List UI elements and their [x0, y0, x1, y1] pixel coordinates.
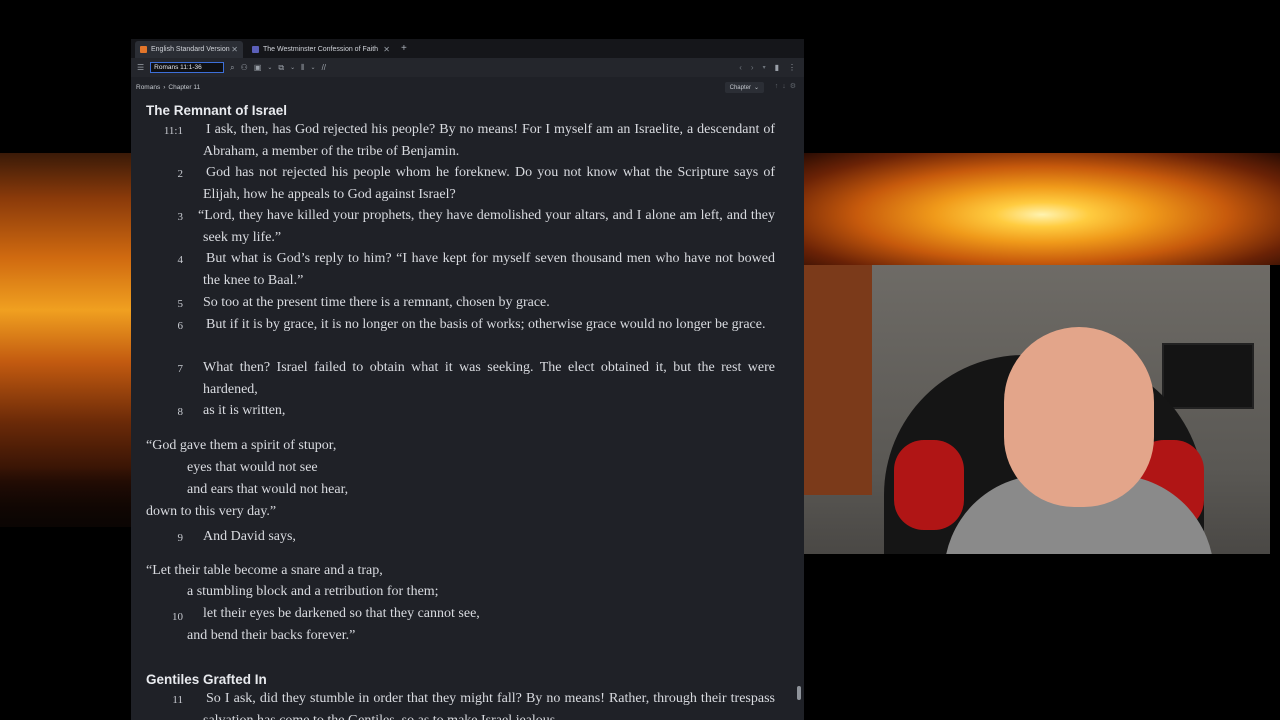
- sunset-background-left: [0, 153, 131, 527]
- close-icon[interactable]: ✕: [231, 45, 238, 54]
- people-icon[interactable]: ⚇: [241, 63, 248, 72]
- verse-number: 11: [172, 694, 183, 706]
- close-icon[interactable]: ✕: [383, 45, 390, 54]
- breadcrumb-book[interactable]: Romans: [136, 84, 160, 91]
- tab-esv[interactable]: English Standard Version ✕: [135, 41, 243, 58]
- webcam-chair-accent-left: [894, 440, 964, 530]
- breadcrumb-chapter[interactable]: Chapter 11: [168, 84, 200, 91]
- chapter-select-label: Chapter: [729, 84, 751, 91]
- sunset-background-right: [804, 153, 1280, 265]
- section-heading: Gentiles Grafted In: [146, 672, 267, 687]
- breadcrumb: Romans › Chapter 11 Chapter ⌄ ↑↓⚙: [131, 79, 804, 96]
- scrollbar[interactable]: [796, 100, 801, 712]
- panel-icon[interactable]: ▮: [775, 63, 779, 72]
- toolbar: ☰ ⌕ ⚇ ▣ ⌄ ⧉ ⌄ ⫴ ⌄ // ‹ › ▾ ▮ ⋮: [131, 58, 804, 77]
- section-heading: The Remnant of Israel: [146, 103, 288, 118]
- verse-text: God has not rejected his people whom he …: [203, 165, 775, 202]
- poem-line: let their eyes be darkened so that they …: [203, 606, 480, 621]
- poem-line: and bend their backs forever.”: [187, 628, 356, 643]
- chevron-down-icon[interactable]: ⌄: [290, 64, 295, 71]
- layers-icon[interactable]: ⧉: [278, 63, 284, 73]
- webcam-feed: [804, 265, 1270, 554]
- breadcrumb-separator-icon: ›: [163, 84, 166, 91]
- verse-text: What then? Israel failed to obtain what …: [203, 360, 775, 397]
- webcam-person-head: [1004, 327, 1154, 507]
- verse-text: “Lord, they have killed your prophets, t…: [198, 208, 775, 245]
- notes-icon[interactable]: ▣: [254, 63, 262, 72]
- webcam-door: [804, 265, 872, 495]
- tab-westminster[interactable]: The Westminster Confession of Faith ✕: [247, 41, 395, 58]
- poem-line: eyes that would not see: [187, 460, 318, 475]
- poem-line: “Let their table become a snare and a tr…: [146, 563, 383, 578]
- webcam-monitor: [1162, 343, 1254, 409]
- verse-number: 2: [177, 168, 184, 180]
- parallel-icon[interactable]: //: [322, 63, 326, 72]
- forward-icon[interactable]: ›: [751, 63, 754, 72]
- poem-line: a stumbling block and a retribution for …: [187, 584, 439, 599]
- book-orange-icon: [140, 46, 147, 53]
- tab-westminster-label: The Westminster Confession of Faith: [263, 46, 379, 53]
- verse-text: I ask, then, has God rejected his people…: [203, 122, 775, 159]
- verse-text: But if it is by grace, it is no longer o…: [206, 317, 766, 332]
- verse-number: 10: [172, 611, 183, 623]
- tab-esv-label: English Standard Version: [151, 46, 230, 53]
- chevron-down-icon[interactable]: ⌄: [267, 64, 272, 71]
- chapter-nav-icons[interactable]: ↑↓⚙: [775, 82, 800, 90]
- chevron-down-icon[interactable]: ⌄: [311, 64, 316, 71]
- columns-icon[interactable]: ⫴: [301, 63, 304, 73]
- tab-bar: English Standard Version ✕ The Westminst…: [131, 39, 804, 58]
- verse-text: as it is written,: [203, 403, 286, 418]
- poem-line: “God gave them a spirit of stupor,: [146, 438, 337, 453]
- more-icon[interactable]: ⋮: [788, 63, 796, 72]
- verse-number: 4: [177, 254, 184, 266]
- verse-number: 6: [177, 320, 184, 332]
- poem-line: down to this very day.”: [146, 504, 277, 519]
- history-dropdown-icon[interactable]: ▾: [763, 64, 766, 71]
- scrollbar-thumb[interactable]: [797, 686, 801, 700]
- verse-text: But what is God’s reply to him? “I have …: [203, 251, 775, 288]
- verse-text: So too at the present time there is a re…: [203, 295, 550, 310]
- verse-number: 5: [177, 298, 184, 310]
- verse-number: 11:1: [163, 125, 183, 137]
- poem-line: and ears that would not hear,: [187, 482, 349, 497]
- search-icon[interactable]: ⌕: [230, 63, 234, 73]
- toolbar-right: ‹ › ▾ ▮ ⋮: [730, 63, 796, 72]
- bible-app-window: English Standard Version ✕ The Westminst…: [131, 39, 804, 720]
- verse-number: 3: [177, 211, 184, 223]
- reference-input[interactable]: [150, 62, 225, 73]
- reading-pane: The Remnant of Israel 11:1 I ask, then, …: [131, 96, 804, 720]
- back-icon[interactable]: ‹: [739, 63, 742, 72]
- verse-number: 8: [177, 406, 184, 418]
- menu-icon[interactable]: ☰: [137, 63, 144, 72]
- verse-number: 9: [177, 532, 184, 544]
- chapter-select[interactable]: Chapter ⌄: [724, 82, 764, 93]
- verse-text: So I ask, did they stumble in order that…: [203, 691, 775, 720]
- verse-number: 7: [177, 363, 184, 375]
- chevron-down-icon: ⌄: [753, 85, 759, 91]
- new-tab-icon[interactable]: +: [401, 43, 407, 54]
- book-blue-icon: [252, 46, 259, 53]
- verse-text: And David says,: [203, 529, 296, 544]
